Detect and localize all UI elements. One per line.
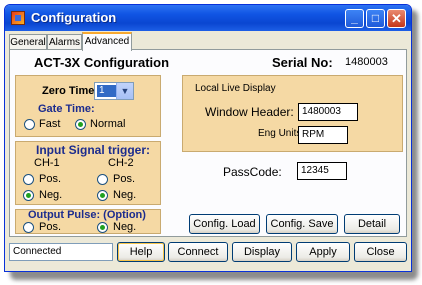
timing-group: Zero Time: 1 ▼ Gate Time: Fast Normal [15,75,161,137]
gate-normal-label: Normal [90,118,126,130]
live-display-group: Local Live Display Window Header: 148000… [182,75,403,152]
apply-button[interactable]: Apply [296,242,350,262]
serial-label: Serial No: [272,55,333,70]
help-button[interactable]: Help [117,242,165,262]
close-window-button[interactable]: ✕ [387,9,406,28]
ch2-neg-label: Neg. [113,189,137,201]
serial-value: 1480003 [345,56,388,68]
output-pos-radio[interactable] [23,222,34,233]
window-header-field[interactable]: 1480003 [298,103,358,121]
input-trigger-group: Input Signal trigger: CH-1 CH-2 Pos. Pos… [15,141,161,205]
advanced-tab-panel: ACT-3X Configuration Serial No: 1480003 … [9,49,407,237]
ch1-neg-label: Neg. [39,189,63,201]
passcode-field[interactable]: 12345 [297,162,347,180]
connection-status-field: Connected [9,243,113,261]
output-pulse-label: Output Pulse: (Option) [28,209,146,221]
connect-button[interactable]: Connect [168,242,228,262]
config-save-button[interactable]: Config. Save [266,214,338,234]
ch2-label: CH-2 [108,157,134,169]
tab-advanced[interactable]: Advanced [82,32,132,51]
ch1-pos-label: Pos. [39,173,62,185]
eng-units-label: Eng Units [258,128,302,139]
minimize-button[interactable]: _ [345,9,364,28]
ch1-label: CH-1 [34,157,60,169]
display-button[interactable]: Display [232,242,292,262]
ch2-neg-radio[interactable] [97,190,108,201]
window-title: Configuration [31,10,117,25]
zero-time-value: 1 [97,85,117,97]
zero-time-label: Zero Time: [42,85,99,97]
detail-button[interactable]: Detail [344,214,400,234]
config-load-button[interactable]: Config. Load [189,214,260,234]
gate-normal-radio[interactable] [75,119,86,130]
configuration-window: Configuration _ □ ✕ General Alarms Advan… [4,4,412,272]
tab-general[interactable]: General [9,34,47,49]
close-button[interactable]: Close [354,242,407,262]
ch2-pos-label: Pos. [113,173,136,185]
output-pulse-group: Output Pulse: (Option) Pos. Neg. [15,209,161,234]
device-title: ACT-3X Configuration [34,55,170,70]
eng-units-field[interactable]: RPM [298,126,348,144]
output-neg-label: Neg. [113,221,137,233]
gate-fast-radio[interactable] [24,119,35,130]
output-pos-label: Pos. [39,221,62,233]
output-neg-radio[interactable] [97,222,108,233]
ch1-pos-radio[interactable] [23,174,34,185]
gate-time-label: Gate Time: [38,103,95,115]
maximize-button[interactable]: □ [366,9,385,28]
ch2-pos-radio[interactable] [97,174,108,185]
chevron-down-icon[interactable]: ▼ [116,83,133,99]
passcode-label: PassCode: [223,165,282,179]
gate-fast-label: Fast [39,118,61,130]
input-trigger-label: Input Signal trigger: [36,143,150,157]
live-display-label: Local Live Display [195,83,276,94]
ch1-neg-radio[interactable] [23,190,34,201]
title-bar[interactable]: Configuration _ □ ✕ [5,5,411,31]
window-header-label: Window Header: [205,105,294,119]
tab-alarms[interactable]: Alarms [47,34,82,49]
app-icon [11,11,25,25]
zero-time-select[interactable]: 1 ▼ [94,82,134,100]
